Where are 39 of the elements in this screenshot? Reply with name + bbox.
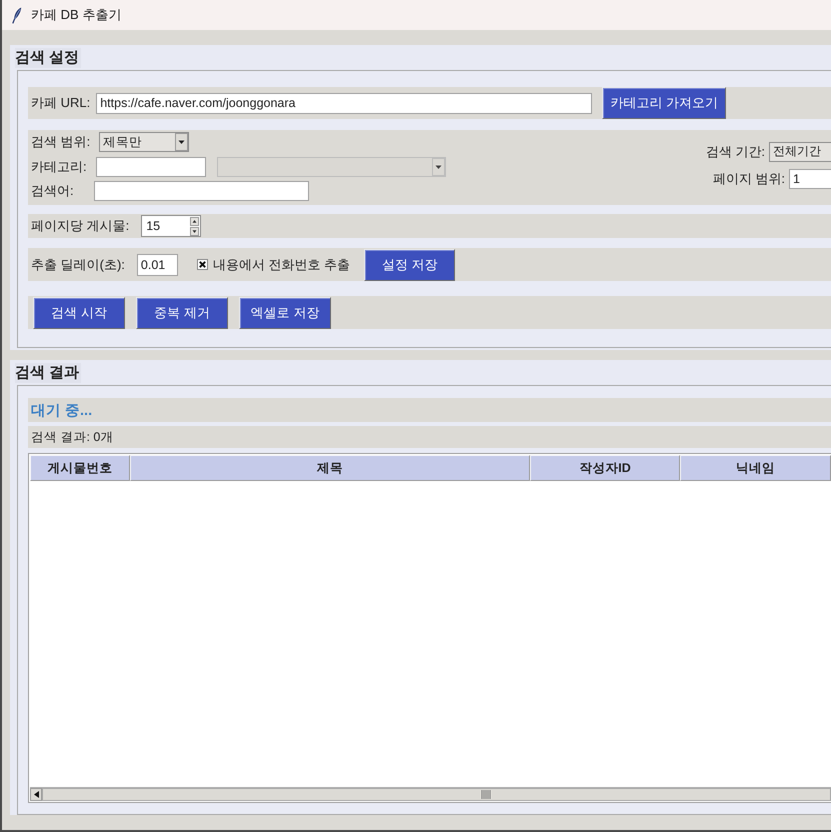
section-title: 검색 결과	[15, 362, 82, 382]
keyword-field[interactable]	[94, 181, 309, 201]
delay-label: 추출 딜레이(초):	[31, 256, 125, 274]
category-label: 카테고리:	[31, 158, 87, 176]
period-dropdown[interactable]: 전체기간	[769, 142, 831, 162]
save-settings-button[interactable]: 설정 저장	[364, 248, 456, 280]
category-field[interactable]	[96, 157, 206, 177]
url-field[interactable]: https://cafe.naver.com/joonggonara	[96, 92, 592, 114]
page-range-field[interactable]: 1	[789, 168, 831, 188]
checkbox-icon[interactable]	[196, 259, 208, 270]
column-header[interactable]: 작성자ID	[530, 455, 680, 481]
scroll-left-button[interactable]	[30, 788, 42, 801]
scope-dropdown[interactable]: 제목만	[99, 132, 190, 152]
period-label: 검색 기간:	[706, 142, 765, 160]
action-button[interactable]: 검색 시작	[33, 296, 125, 328]
caret-left-icon	[34, 791, 38, 798]
window-title: 카페 DB 추출기	[31, 6, 122, 24]
caret-down-icon[interactable]	[175, 133, 188, 151]
action-button[interactable]: 중복 제거	[136, 296, 228, 328]
result-count: 검색 결과: 0개	[28, 426, 831, 448]
fetch-categories-button[interactable]: 카테고리 가져오기	[602, 87, 726, 119]
keyword-label: 검색어:	[31, 182, 74, 200]
status-text: 대기 중...	[28, 398, 831, 422]
phone-extract-checkbox[interactable]: 내용에서 전화번호 추출	[196, 256, 350, 274]
feather-icon	[12, 6, 22, 24]
page-range-label: 페이지 범위:	[712, 170, 785, 188]
column-header[interactable]: 제목	[130, 455, 530, 481]
posts-per-page-label: 페이지당 게시물:	[31, 217, 130, 235]
spin-up-icon[interactable]	[190, 216, 200, 226]
delay-field[interactable]: 0.01	[136, 254, 178, 276]
scope-label: 검색 범위:	[31, 133, 90, 151]
url-label: 카페 URL:	[31, 94, 90, 112]
action-button[interactable]: 엑셀로 저장	[239, 296, 331, 328]
spin-down-icon[interactable]	[190, 226, 200, 236]
column-header[interactable]: 닉네임	[680, 455, 831, 481]
section-title: 검색 설정	[15, 48, 82, 68]
column-header[interactable]: 게시물번호	[30, 455, 130, 481]
posts-per-page-spinbox[interactable]: 15	[141, 215, 202, 237]
grip-icon	[481, 790, 491, 799]
